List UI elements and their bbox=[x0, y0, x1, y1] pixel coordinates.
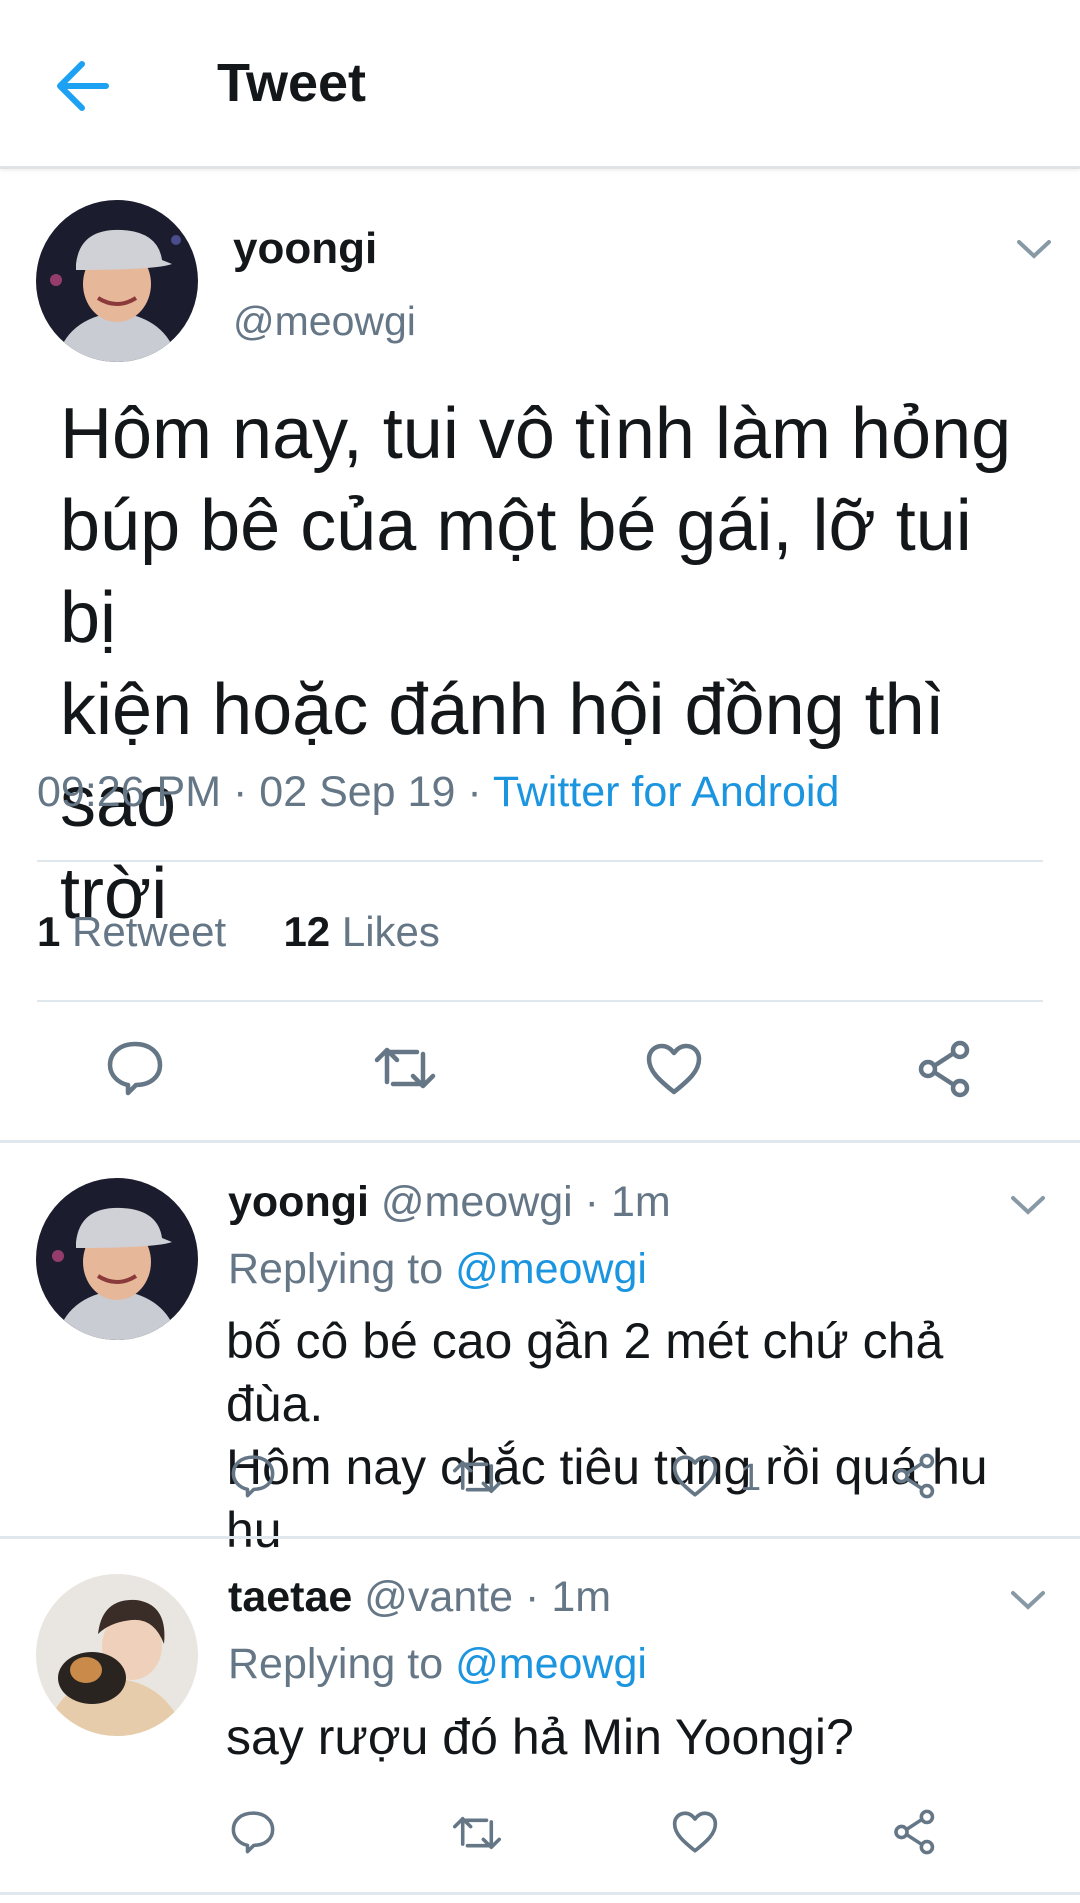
author-handle[interactable]: @meowgi bbox=[381, 1178, 573, 1226]
reply-header: taetae @vante · 1m bbox=[228, 1573, 611, 1622]
divider bbox=[37, 1000, 1043, 1002]
retweet-icon[interactable] bbox=[450, 1456, 504, 1498]
replying-to-link[interactable]: @meowgi bbox=[455, 1245, 647, 1293]
like-count: 1 bbox=[740, 1457, 762, 1499]
replying-to: Replying to @meowgi bbox=[228, 1245, 647, 1294]
reply-text: say rượu đó hả Min Yoongi? bbox=[226, 1709, 854, 1765]
tweet-meta: 09:26 PM · 02 Sep 19 · Twitter for Andro… bbox=[37, 768, 839, 817]
chevron-down-icon[interactable] bbox=[1008, 1587, 1048, 1613]
replying-label: Replying to bbox=[228, 1245, 444, 1293]
separator: · bbox=[467, 768, 482, 816]
top-app-bar: Tweet bbox=[0, 0, 1080, 169]
like-count: 12 bbox=[283, 908, 331, 955]
tweet-source-link[interactable]: Twitter for Android bbox=[493, 768, 840, 816]
reply-icon[interactable] bbox=[230, 1810, 276, 1854]
share-icon[interactable] bbox=[892, 1809, 938, 1855]
reply-time: · 1m bbox=[525, 1573, 612, 1621]
reply-text: bố cô bé cao gần 2 mét chứ chả đùa. Hôm … bbox=[226, 1313, 988, 1558]
likes-stat[interactable]: 12 Likes bbox=[283, 908, 439, 955]
tweet-time: 09:26 PM bbox=[37, 768, 222, 816]
avatar[interactable] bbox=[36, 1574, 198, 1736]
retweets-stat[interactable]: 1 Retweet bbox=[37, 908, 226, 955]
chevron-down-icon[interactable] bbox=[1008, 1192, 1048, 1218]
reply-header: yoongi @meowgi · 1m bbox=[228, 1178, 671, 1227]
retweet-icon[interactable] bbox=[450, 1812, 504, 1854]
retweet-icon[interactable] bbox=[371, 1042, 439, 1094]
separator: · bbox=[233, 768, 248, 816]
replying-label: Replying to bbox=[228, 1640, 444, 1688]
divider bbox=[0, 1140, 1080, 1143]
reply-time: · 1m bbox=[584, 1178, 671, 1226]
share-icon[interactable] bbox=[892, 1453, 938, 1499]
author-handle[interactable]: @meowgi bbox=[233, 298, 416, 345]
page-title: Tweet bbox=[217, 53, 367, 113]
tweet-date: 02 Sep 19 bbox=[259, 768, 456, 816]
divider bbox=[0, 1536, 1080, 1539]
divider bbox=[0, 1892, 1080, 1895]
chevron-down-icon[interactable] bbox=[1014, 236, 1054, 262]
author-name[interactable]: yoongi bbox=[233, 224, 377, 274]
heart-icon[interactable] bbox=[645, 1042, 703, 1096]
author-handle[interactable]: @vante bbox=[364, 1573, 513, 1621]
replying-to: Replying to @meowgi bbox=[228, 1640, 647, 1689]
replying-to-link[interactable]: @meowgi bbox=[455, 1640, 647, 1688]
like-label: Likes bbox=[341, 908, 440, 955]
reply-icon[interactable] bbox=[230, 1454, 276, 1498]
tweet-text: Hôm nay, tui vô tình làm hỏng búp bê của… bbox=[60, 394, 1012, 934]
back-arrow-icon[interactable] bbox=[52, 58, 112, 114]
retweet-count: 1 bbox=[37, 908, 61, 955]
heart-icon[interactable] bbox=[671, 1454, 719, 1498]
reply-icon[interactable] bbox=[106, 1040, 164, 1096]
author-name[interactable]: yoongi bbox=[228, 1178, 369, 1226]
tweet-stats: 1 Retweet 12 Likes bbox=[37, 908, 440, 956]
retweet-label: Retweet bbox=[72, 908, 227, 955]
divider bbox=[37, 860, 1043, 862]
avatar[interactable] bbox=[36, 200, 198, 362]
avatar[interactable] bbox=[36, 1178, 198, 1340]
heart-icon[interactable] bbox=[671, 1810, 719, 1854]
author-name[interactable]: taetae bbox=[228, 1573, 352, 1621]
share-icon[interactable] bbox=[916, 1040, 974, 1098]
